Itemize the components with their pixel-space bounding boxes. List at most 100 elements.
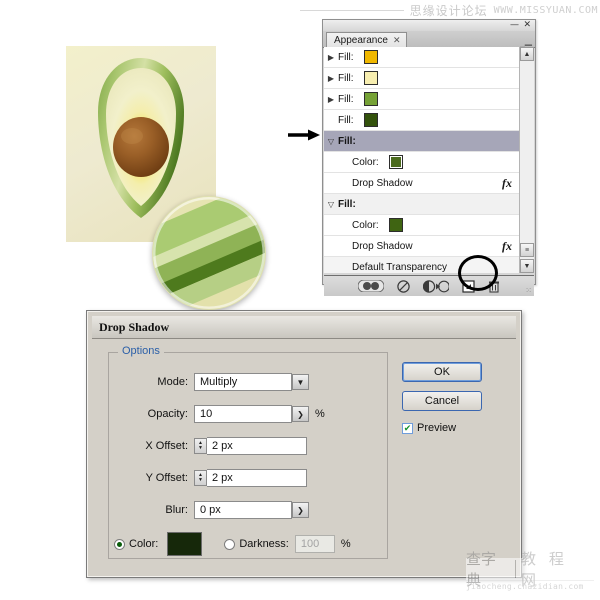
effect-label[interactable]: Drop Shadow [324, 178, 413, 189]
x-offset-label: X Offset: [145, 440, 188, 452]
options-legend: Options [118, 345, 164, 357]
clear-appearance-icon[interactable] [397, 279, 410, 293]
row-label: Fill: [338, 114, 354, 126]
appearance-item-list[interactable]: ▶ Fill: ▶ Fill: ▶ Fill: Fill: ▽ Fill: Co… [324, 47, 520, 273]
fill-color-swatch[interactable] [363, 50, 378, 64]
row-label: Fill: [338, 135, 356, 147]
field-blur[interactable]: Blur: 0 px ❯ [110, 500, 309, 520]
watermark-bottom-right: 教 程 网 [521, 550, 568, 589]
tab-close-icon[interactable]: ✕ [393, 35, 401, 46]
watermark-bottom-left: 查字典 [466, 550, 497, 589]
appearance-row-fill-5-effect[interactable]: Drop Shadow fx [324, 173, 520, 194]
appearance-row-fill-6-header[interactable]: ▽ Fill: [324, 194, 520, 215]
field-mode[interactable]: Mode: Multiply ▼ [110, 372, 309, 392]
appearance-row-fill-6-effect[interactable]: Drop Shadow fx [324, 236, 520, 257]
y-offset-input[interactable]: 2 px [207, 469, 307, 487]
mode-label: Mode: [157, 376, 188, 388]
panel-tab-row: Appearance ✕ ▾☰ [323, 31, 535, 55]
appearance-panel[interactable]: — ✕ Appearance ✕ ▾☰ ▶ Fill: ▶ Fill: ▶ Fi… [322, 19, 536, 296]
fill-color-swatch[interactable] [388, 218, 403, 232]
default-transparency-label: Default Transparency [352, 261, 448, 273]
color-darkness-row[interactable]: Color: Darkness: 100 % [114, 532, 351, 556]
new-art-has-basic-appearance-icon[interactable] [358, 280, 384, 292]
watermark-bottom: 查字典 教 程 网 jiaocheng.chazidian.com [466, 550, 594, 596]
watermark-divider [515, 560, 517, 578]
dialog-title: Drop Shadow [99, 319, 170, 334]
opacity-input[interactable]: 10 [194, 405, 292, 423]
darkness-unit: % [340, 538, 351, 550]
appearance-row-fill-5-color[interactable]: Color: [324, 152, 520, 173]
row-label: Fill: [338, 72, 354, 84]
tab-appearance-label: Appearance [334, 35, 388, 46]
preview-label: Preview [417, 422, 457, 434]
resize-grip-icon[interactable]: ⁙ [525, 286, 532, 295]
fill-color-swatch[interactable] [388, 155, 403, 169]
watermark-rule [300, 9, 404, 11]
fx-icon[interactable]: fx [502, 239, 512, 254]
watermark-top-chinese: 思缘设计论坛 [409, 3, 488, 18]
fill-color-swatch[interactable] [363, 113, 378, 127]
watermark-top: 思缘设计论坛 WWW.MISSYUAN.COM [300, 1, 598, 19]
stepper-chevron-icon[interactable]: ❯ [292, 502, 309, 518]
watermark-top-url: WWW.MISSYUAN.COM [493, 4, 598, 16]
chevron-down-icon[interactable]: ▼ [292, 374, 309, 390]
scroll-up-icon[interactable]: ▲ [520, 47, 534, 61]
preview-checkbox[interactable]: ✔ [402, 422, 413, 434]
fill-color-swatch[interactable] [363, 71, 378, 85]
darkness-input: 100 [294, 535, 335, 553]
field-opacity[interactable]: Opacity: 10 ❯ % [110, 404, 325, 424]
scroll-grip-icon[interactable]: ≡ [520, 243, 534, 257]
dialog-titlebar[interactable]: Drop Shadow [92, 316, 516, 339]
color-radio[interactable] [114, 538, 125, 550]
y-offset-label: Y Offset: [145, 472, 188, 484]
x-offset-input[interactable]: 2 px [207, 437, 307, 455]
mode-value[interactable]: Multiply [194, 373, 292, 391]
fx-icon[interactable]: fx [502, 176, 512, 191]
tab-appearance[interactable]: Appearance ✕ [326, 32, 408, 48]
drop-shadow-dialog[interactable]: Drop Shadow Options Mode: Multiply ▼ Opa… [86, 310, 522, 578]
panel-scrollbar[interactable]: ▲ ≡ ▼ [519, 47, 534, 273]
darkness-radio-label: Darkness: [239, 538, 289, 550]
opacity-unit: % [315, 408, 325, 420]
annotation-arrow-selected-fill [288, 128, 320, 141]
appearance-row-fill-1[interactable]: ▶ Fill: [324, 47, 520, 68]
opacity-label: Opacity: [147, 408, 188, 420]
close-icon[interactable]: ✕ [523, 20, 531, 31]
row-label: Fill: [338, 198, 356, 210]
disclosure-triangle-icon[interactable]: ▽ [324, 200, 338, 209]
effect-label[interactable]: Drop Shadow [324, 241, 413, 252]
appearance-row-fill-5-header[interactable]: ▽ Fill: [324, 131, 520, 152]
color-radio-label: Color: [129, 538, 159, 550]
panel-footer-toolbar[interactable]: ⁙ [324, 275, 534, 296]
loupe-content [153, 197, 265, 309]
disclosure-triangle-icon[interactable]: ▶ [324, 95, 338, 104]
reduce-to-basic-appearance-icon[interactable] [423, 279, 449, 293]
appearance-row-fill-6-color[interactable]: Color: [324, 215, 520, 236]
annotation-circle-duplicate-button [458, 255, 498, 291]
shadow-color-swatch[interactable] [167, 532, 203, 556]
row-label: Fill: [338, 93, 354, 105]
color-label: Color: [352, 219, 379, 231]
ok-button[interactable]: OK [402, 362, 482, 382]
color-label: Color: [352, 156, 379, 168]
y-offset-spinner-icon[interactable]: ▲ ▼ [194, 470, 207, 486]
preview-checkbox-row[interactable]: ✔ Preview [402, 422, 456, 434]
appearance-row-fill-3[interactable]: ▶ Fill: [324, 89, 520, 110]
field-y-offset[interactable]: Y Offset: ▲ ▼ 2 px [110, 468, 307, 488]
minimize-icon[interactable]: — [510, 20, 519, 31]
scroll-down-icon[interactable]: ▼ [520, 259, 534, 273]
x-offset-spinner-icon[interactable]: ▲ ▼ [194, 438, 207, 454]
cancel-button[interactable]: Cancel [402, 391, 482, 411]
fill-color-swatch[interactable] [363, 92, 378, 106]
field-x-offset[interactable]: X Offset: ▲ ▼ 2 px [110, 436, 307, 456]
disclosure-triangle-icon[interactable]: ▽ [324, 137, 338, 146]
appearance-row-fill-4[interactable]: Fill: [324, 110, 520, 131]
magnifier-loupe [152, 196, 266, 310]
blur-label: Blur: [165, 504, 188, 516]
appearance-row-fill-2[interactable]: ▶ Fill: [324, 68, 520, 89]
disclosure-triangle-icon[interactable]: ▶ [324, 53, 338, 62]
stepper-chevron-icon[interactable]: ❯ [292, 406, 309, 422]
darkness-radio[interactable] [224, 538, 236, 550]
disclosure-triangle-icon[interactable]: ▶ [324, 74, 338, 83]
blur-input[interactable]: 0 px [194, 501, 292, 519]
